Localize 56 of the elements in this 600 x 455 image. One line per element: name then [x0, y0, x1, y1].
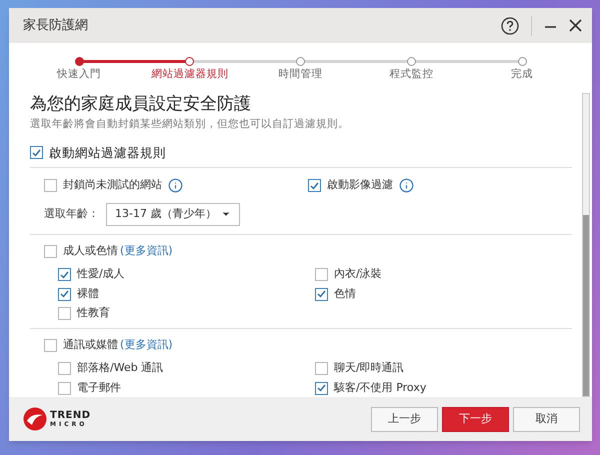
checkbox[interactable]: [315, 268, 328, 281]
category-label: 成人或色情: [63, 242, 118, 259]
checkbox[interactable]: [315, 362, 328, 375]
checkbox[interactable]: [44, 244, 57, 258]
dialog-button[interactable]: 下一步: [442, 406, 509, 432]
window-title: 家長防護網: [23, 16, 89, 35]
checkbox-label: 啟動網站過濾器規則: [49, 144, 166, 162]
checkbox[interactable]: [44, 338, 57, 352]
page-heading: 為您的家庭成員設定安全防護: [30, 92, 252, 115]
check-icon: [317, 290, 326, 298]
category-label: 通訊或媒體: [63, 336, 118, 353]
check-icon: [60, 290, 69, 298]
checkbox-label: 性教育: [77, 305, 110, 322]
checkbox-label: 電子郵件: [77, 380, 121, 396]
check-icon: [32, 148, 41, 157]
checkbox[interactable]: [30, 146, 43, 160]
checkbox-label: 部落格/Web 通訊: [77, 360, 164, 376]
checkbox-label: 裸體: [77, 286, 99, 302]
checkbox-label: 啟動影像過濾: [327, 177, 393, 194]
scrollbar[interactable]: [582, 92, 590, 397]
checkbox-label: 駭客/不使用 Proxy: [334, 380, 426, 396]
checkbox[interactable]: [58, 382, 71, 394]
checkbox[interactable]: [58, 288, 71, 300]
step-label: 時間管理: [278, 67, 322, 82]
logo-text: TREND: [50, 410, 91, 420]
age-dropdown[interactable]: 13-17 歲（青少年）: [106, 202, 240, 226]
logo-icon: [23, 407, 47, 431]
info-icon[interactable]: [399, 178, 414, 193]
more-info-link[interactable]: (更多資訊): [120, 242, 173, 260]
close-icon[interactable]: [569, 19, 582, 32]
checkbox[interactable]: [315, 382, 328, 394]
checkbox[interactable]: [58, 307, 71, 320]
dialog-button[interactable]: 取消: [513, 406, 580, 432]
checkbox[interactable]: [58, 268, 71, 281]
check-icon: [310, 182, 319, 190]
step-label: 快速入門: [57, 67, 101, 82]
checkbox[interactable]: [58, 362, 71, 375]
checkbox-label: 聊天/即時通訊: [334, 360, 404, 376]
field-label: 選取年齡：: [44, 206, 100, 222]
checkbox[interactable]: [308, 179, 321, 192]
checkbox-label: 內衣/泳裝: [334, 266, 382, 282]
check-icon: [60, 270, 69, 278]
dialog-button[interactable]: 上一步: [371, 406, 438, 432]
check-icon: [317, 384, 326, 392]
help-icon[interactable]: [501, 16, 519, 34]
checkbox[interactable]: [44, 179, 57, 192]
checkbox-label: 性愛/成人: [77, 266, 125, 282]
checkbox-label: 色情: [334, 286, 356, 302]
step-label: 完成: [511, 67, 533, 82]
page-subtitle: 選取年齡將會自動封鎖某些網站類別，但您也可以自訂過濾規則。: [30, 116, 350, 132]
step-label: 程式監控: [389, 67, 434, 82]
info-icon[interactable]: [168, 178, 183, 193]
checkbox[interactable]: [315, 288, 328, 300]
step-label: 網站過濾器規則: [151, 67, 228, 82]
checkbox-label: 封鎖尚未測試的網站: [63, 177, 162, 194]
more-info-link[interactable]: (更多資訊): [120, 336, 173, 354]
